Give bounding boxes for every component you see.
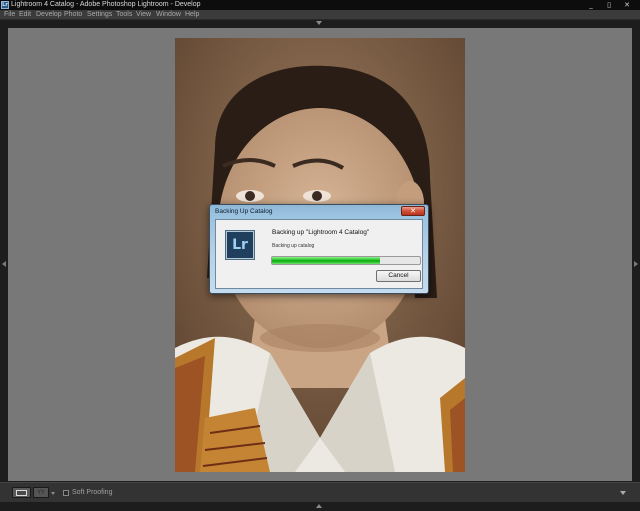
- triangle-right-icon: [634, 261, 638, 267]
- left-panel-toggle[interactable]: [0, 26, 8, 482]
- dialog-title: Backing Up Catalog: [215, 208, 273, 215]
- lightroom-logo-icon: Lr: [226, 231, 254, 259]
- dialog-close-button[interactable]: ✕: [401, 206, 425, 216]
- dialog-body: Lr Backing up "Lightroom 4 Catalog" Back…: [215, 219, 423, 289]
- loupe-view-icon: [16, 490, 27, 496]
- before-after-button[interactable]: YY: [33, 487, 49, 498]
- lightroom-app-icon: Lr: [1, 1, 9, 9]
- window-titlebar: Lr Lightroom 4 Catalog - Adobe Photoshop…: [0, 0, 640, 10]
- menu-tools[interactable]: Tools: [116, 10, 132, 20]
- menu-file[interactable]: File: [4, 10, 15, 20]
- triangle-up-icon: [316, 504, 322, 508]
- maximize-button[interactable]: ▯: [604, 1, 614, 9]
- window-title: Lightroom 4 Catalog - Adobe Photoshop Li…: [11, 1, 201, 8]
- backup-dialog: Backing Up Catalog ✕ Lr Backing up "Ligh…: [209, 204, 429, 294]
- menu-edit[interactable]: Edit: [19, 10, 31, 20]
- dialog-status-text: Backing up catalog: [272, 243, 315, 249]
- right-panel-toggle[interactable]: [632, 26, 640, 482]
- bottom-toolbar: YY Soft Proofing: [0, 482, 640, 502]
- soft-proofing-checkbox[interactable]: [63, 490, 69, 496]
- top-panel-toggle[interactable]: [0, 21, 640, 26]
- menu-bar: File Edit Develop Photo Settings Tools V…: [0, 10, 640, 20]
- menu-develop[interactable]: Develop: [36, 10, 62, 20]
- menu-settings[interactable]: Settings: [87, 10, 112, 20]
- toolbar-options-icon[interactable]: [620, 491, 626, 495]
- before-after-dropdown-icon[interactable]: [51, 492, 55, 495]
- bottom-panel-toggle[interactable]: [0, 502, 640, 511]
- progress-fill: [272, 257, 381, 264]
- triangle-left-icon: [2, 261, 6, 267]
- dialog-heading: Backing up "Lightroom 4 Catalog": [272, 229, 370, 236]
- soft-proofing-label: Soft Proofing: [72, 489, 113, 496]
- backup-progress-bar: [271, 256, 421, 265]
- close-window-button[interactable]: ✕: [622, 1, 632, 9]
- menu-help[interactable]: Help: [185, 10, 199, 20]
- cancel-button[interactable]: Cancel: [376, 270, 421, 282]
- menu-photo[interactable]: Photo: [64, 10, 82, 20]
- menu-window[interactable]: Window: [156, 10, 181, 20]
- minimize-button[interactable]: _: [586, 1, 596, 9]
- loupe-view-button[interactable]: [12, 487, 31, 498]
- triangle-down-icon: [316, 21, 322, 25]
- menu-view[interactable]: View: [136, 10, 151, 20]
